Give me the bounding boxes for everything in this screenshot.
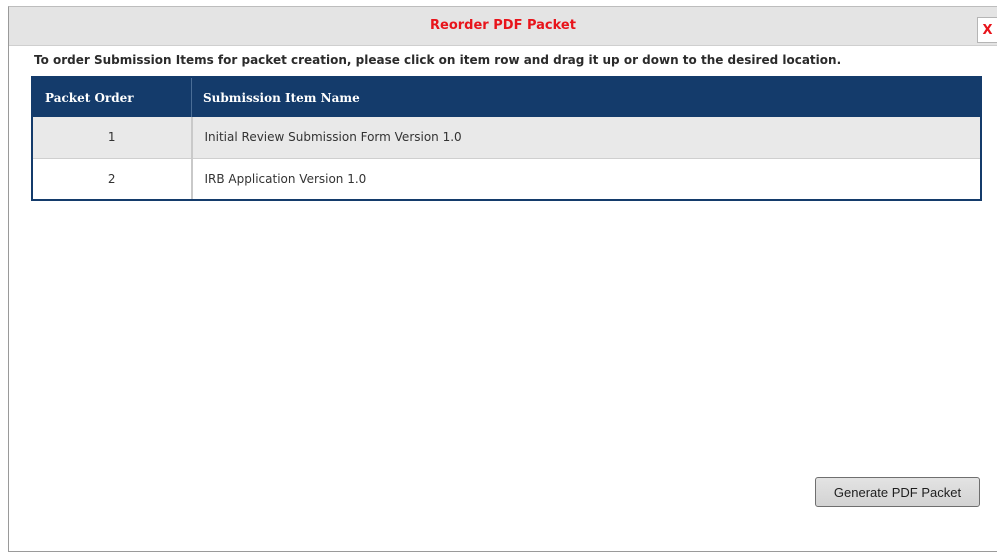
dialog-title: Reorder PDF Packet bbox=[430, 18, 576, 33]
submission-items-table: Packet Order Submission Item Name 1 Init… bbox=[31, 76, 982, 201]
packet-order-cell: 1 bbox=[33, 117, 193, 158]
table-header-row: Packet Order Submission Item Name bbox=[33, 78, 980, 117]
close-button[interactable]: X bbox=[977, 17, 997, 43]
item-name-cell: Initial Review Submission Form Version 1… bbox=[204, 130, 462, 145]
generate-pdf-packet-button[interactable]: Generate PDF Packet bbox=[815, 477, 980, 507]
packet-order-cell: 2 bbox=[33, 157, 193, 199]
instructions-text: To order Submission Items for packet cre… bbox=[34, 53, 842, 67]
dialog-titlebar: Reorder PDF Packet X bbox=[9, 7, 997, 46]
reorder-pdf-packet-dialog: Reorder PDF Packet X To order Submission… bbox=[8, 6, 997, 552]
column-header-packet-order: Packet Order bbox=[33, 78, 192, 117]
item-name-cell: IRB Application Version 1.0 bbox=[191, 157, 980, 199]
column-header-item-name: Submission Item Name bbox=[203, 90, 360, 105]
table-row[interactable]: 1 Initial Review Submission Form Version… bbox=[33, 117, 980, 158]
table-row[interactable]: 2 IRB Application Version 1.0 bbox=[33, 157, 980, 199]
